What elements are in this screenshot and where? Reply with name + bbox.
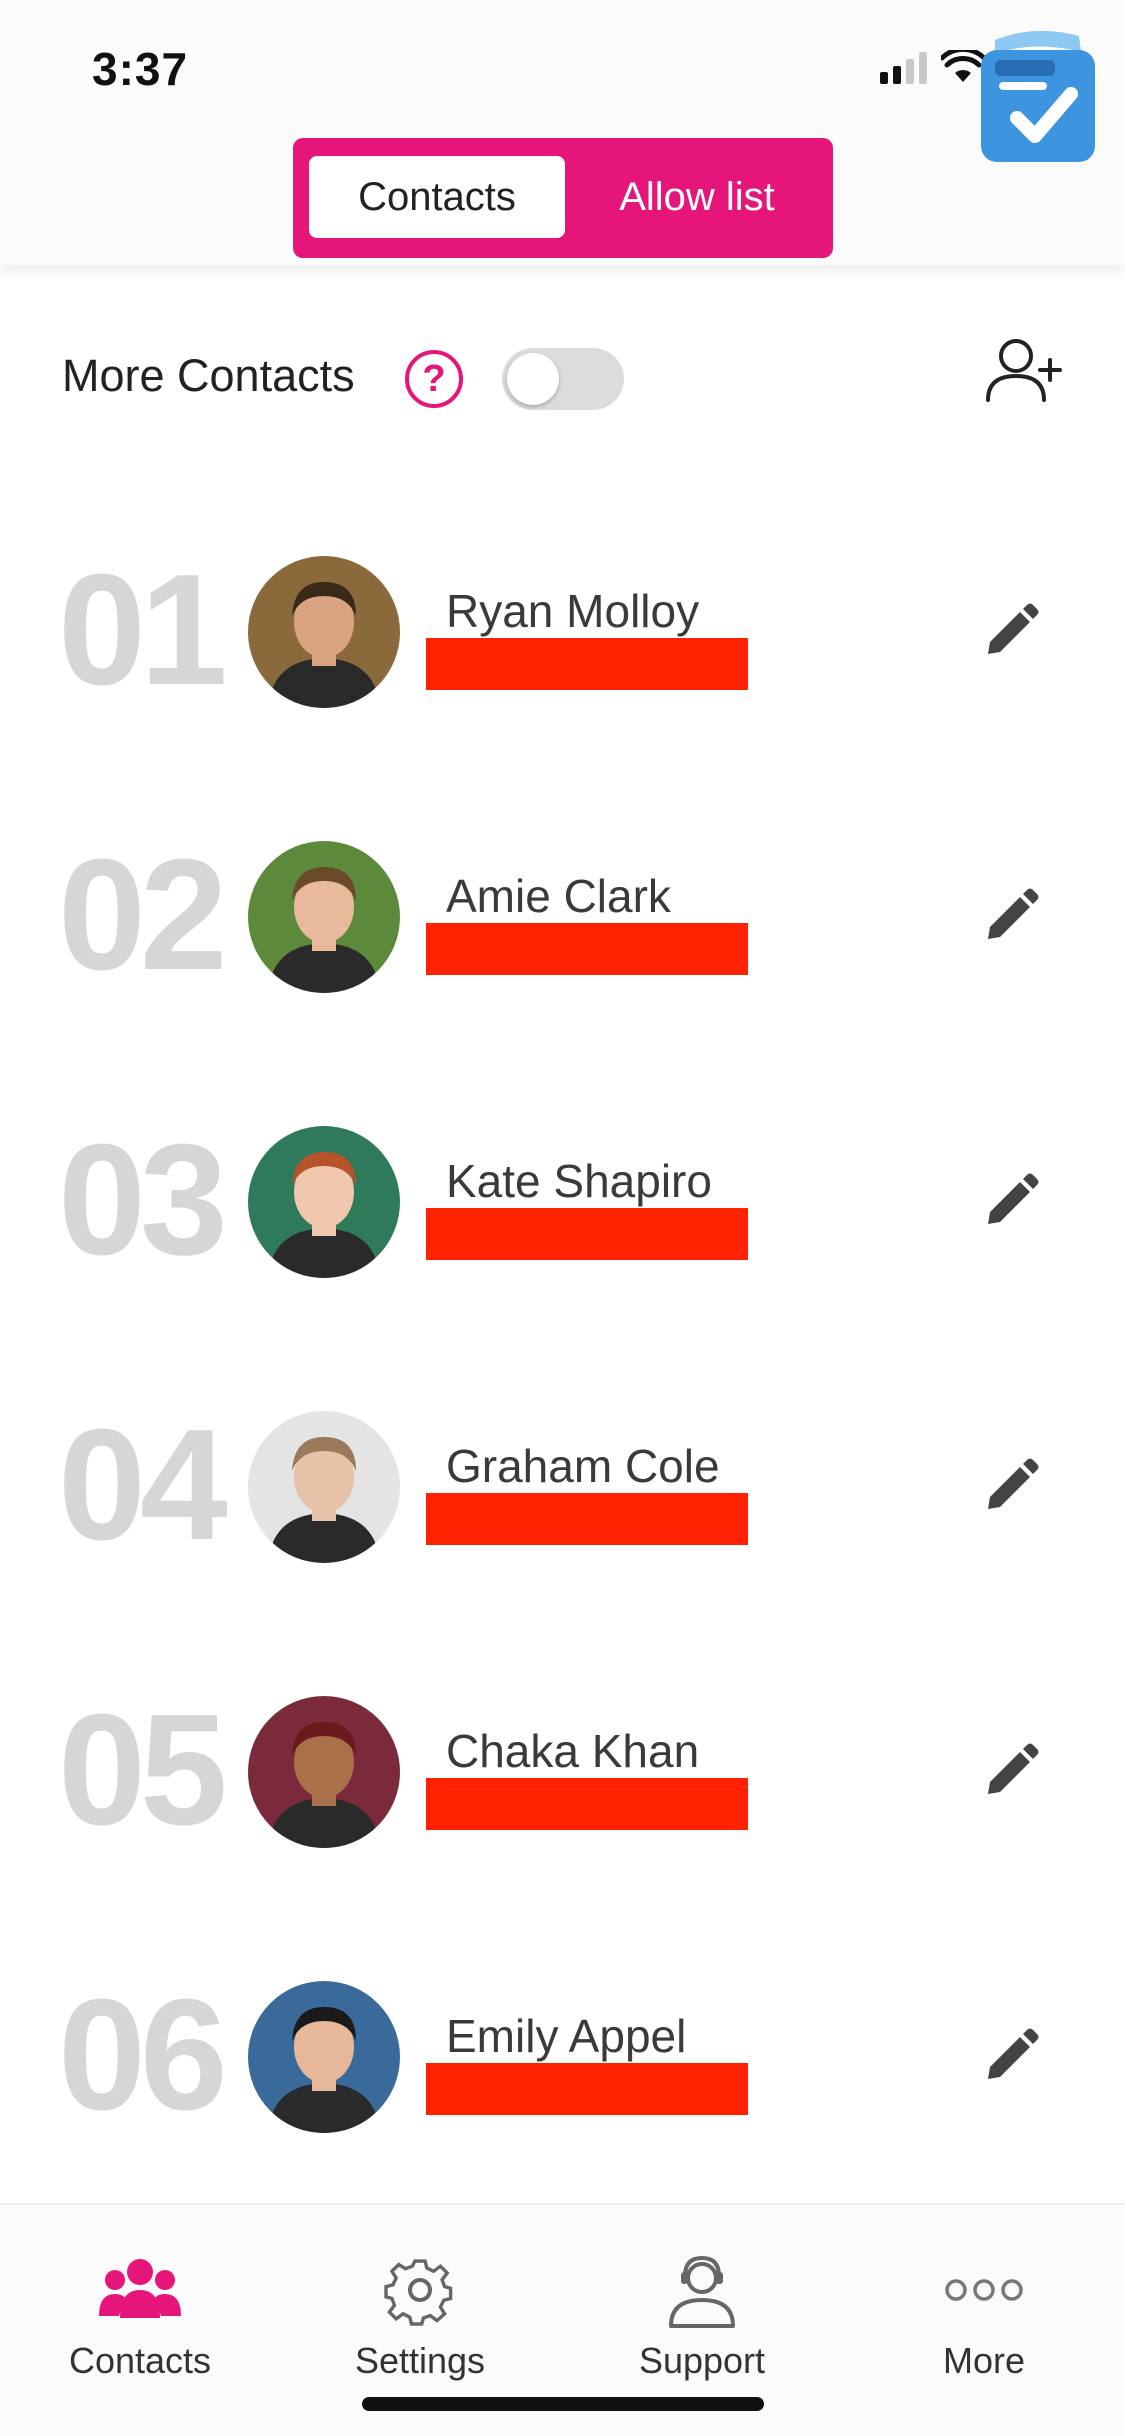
status-time: 3:37: [92, 43, 189, 95]
status-icons: [880, 50, 985, 84]
nav-support[interactable]: Support: [602, 2250, 802, 2382]
contact-number: 01: [58, 542, 228, 718]
contact-number: 03: [58, 1112, 228, 1288]
nav-contacts[interactable]: Contacts: [40, 2250, 240, 2382]
contact-avatar: [248, 841, 400, 993]
contact-avatar: [248, 1411, 400, 1563]
nav-more-label: More: [942, 2340, 1026, 2381]
edit-pencil-icon[interactable]: [978, 885, 1042, 949]
home-indicator: [362, 2397, 764, 2411]
redacted-phone-number: [426, 1208, 748, 1260]
redacted-phone-number: [426, 1493, 748, 1545]
more-dots-icon: [945, 2279, 1023, 2301]
toggle-knob: [507, 353, 559, 405]
contact-avatar: [248, 556, 400, 708]
add-contact-icon[interactable]: [978, 330, 1068, 420]
people-group-icon: [99, 2259, 181, 2318]
contact-number: 02: [58, 827, 228, 1003]
nav-settings-label: Settings: [354, 2340, 486, 2381]
contact-name: Graham Cole: [446, 1440, 720, 1492]
contact-name: Amie Clark: [446, 870, 671, 922]
nav-contacts-label: Contacts: [68, 2340, 212, 2381]
edit-pencil-icon[interactable]: [978, 1740, 1042, 1804]
contact-row[interactable]: 01 Ryan Molloy: [0, 540, 1125, 825]
contact-avatar: [248, 1696, 400, 1848]
redacted-phone-number: [426, 2063, 748, 2115]
cellular-signal-icon: [880, 50, 927, 84]
headset-support-icon: [669, 2255, 735, 2328]
contact-row[interactable]: 05 Chaka Khan: [0, 1680, 1125, 1965]
nav-more[interactable]: More: [884, 2250, 1084, 2382]
help-icon[interactable]: ?: [405, 350, 463, 408]
contact-avatar: [248, 1126, 400, 1278]
tab-contacts[interactable]: Contacts: [309, 156, 565, 238]
nav-support-label: Support: [638, 2340, 766, 2381]
checklist-app-icon: [981, 30, 1095, 162]
edit-pencil-icon[interactable]: [978, 1170, 1042, 1234]
more-contacts-row: More Contacts ?: [0, 330, 1125, 430]
more-contacts-toggle[interactable]: [502, 348, 624, 410]
contact-name: Emily Appel: [446, 2010, 687, 2062]
header: 3:37 Contacts Allow list: [0, 0, 1125, 265]
contact-number: 06: [58, 1967, 228, 2143]
redacted-phone-number: [426, 1778, 748, 1830]
contact-number: 04: [58, 1397, 228, 1573]
contact-name: Ryan Molloy: [446, 585, 700, 637]
edit-pencil-icon[interactable]: [978, 2025, 1042, 2089]
gear-icon: [384, 2259, 453, 2326]
contact-avatar: [248, 1981, 400, 2133]
redacted-phone-number: [426, 638, 748, 690]
redacted-phone-number: [426, 923, 748, 975]
contacts-list: 01 Ryan Molloy 02 Amie Clark 03 Kate Shapiro 0…: [0, 540, 1125, 2250]
edit-pencil-icon[interactable]: [978, 600, 1042, 664]
nav-settings[interactable]: Settings: [320, 2250, 520, 2382]
contact-row[interactable]: 02 Amie Clark: [0, 825, 1125, 1110]
contacts-allowlist-segmented-control: Contacts Allow list: [293, 138, 833, 258]
contact-name: Kate Shapiro: [446, 1155, 712, 1207]
more-contacts-label: More Contacts: [62, 350, 355, 401]
contact-name: Chaka Khan: [446, 1725, 700, 1777]
contact-row[interactable]: 03 Kate Shapiro: [0, 1110, 1125, 1395]
contact-row[interactable]: 04 Graham Cole: [0, 1395, 1125, 1680]
contact-number: 05: [58, 1682, 228, 1858]
edit-pencil-icon[interactable]: [978, 1455, 1042, 1519]
tab-allow-list[interactable]: Allow list: [573, 156, 821, 238]
